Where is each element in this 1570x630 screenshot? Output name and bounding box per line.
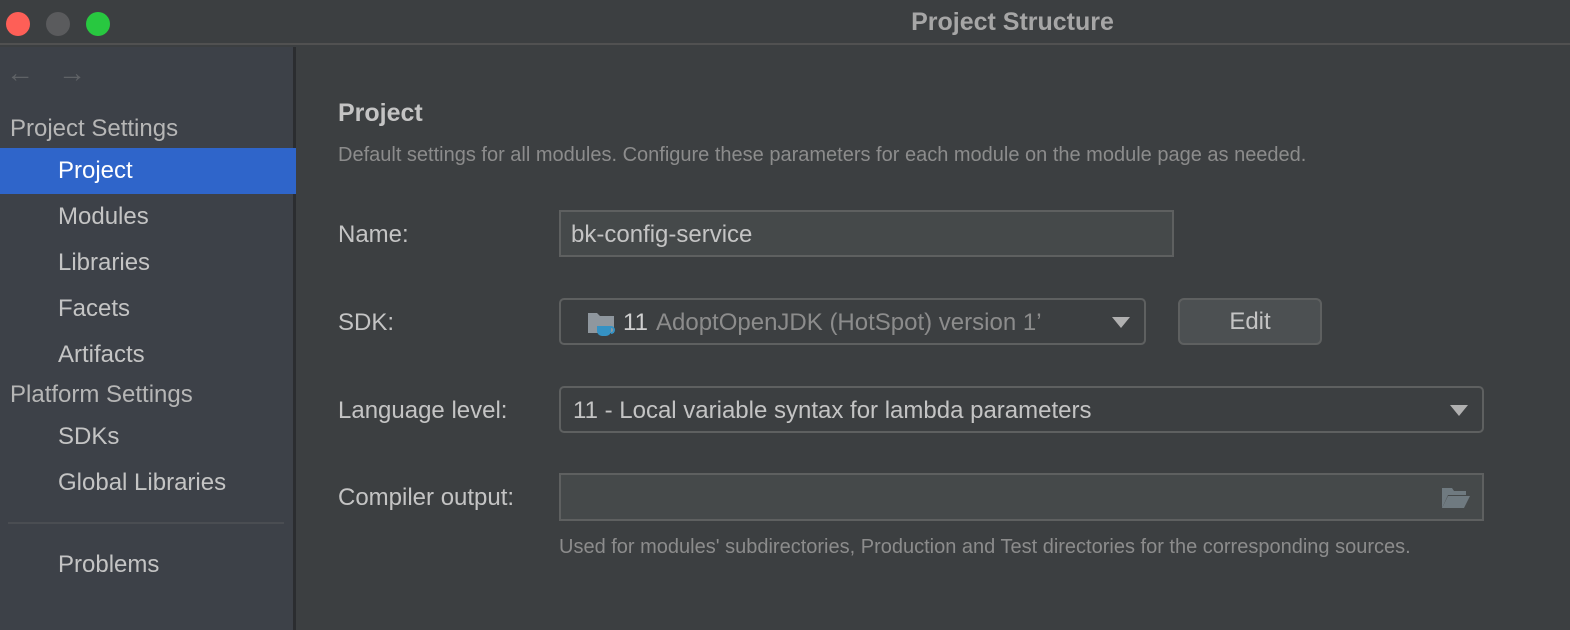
sidebar-item-sdks[interactable]: SDKs [0, 414, 296, 460]
sidebar: ← → Project Settings Project Modules Lib… [0, 47, 296, 630]
sidebar-item-libraries[interactable]: Libraries [0, 240, 296, 286]
sidebar-item-facets[interactable]: Facets [0, 286, 296, 332]
arrow-right-icon[interactable]: → [58, 57, 86, 89]
language-level-dropdown[interactable]: 11 - Local variable syntax for lambda pa… [559, 386, 1484, 433]
page-description: Default settings for all modules. Config… [338, 144, 1307, 166]
section-header-platform-settings: Platform Settings [10, 381, 193, 408]
sidebar-item-problems[interactable]: Problems [0, 542, 296, 588]
compiler-output-label: Compiler output: [338, 484, 515, 511]
language-level-value: 11 - Local variable syntax for lambda pa… [573, 397, 1092, 424]
folder-open-icon[interactable] [1440, 486, 1472, 510]
sdk-version-number: 11 [623, 309, 648, 336]
section-header-project-settings: Project Settings [10, 115, 179, 142]
title-bar: Project Structure [0, 0, 1570, 45]
window-title: Project Structure [911, 8, 1114, 36]
compiler-output-hint: Used for modules' subdirectories, Produc… [559, 536, 1411, 558]
sdk-value: AdoptOpenJDK (HotSpot) version 1’ [656, 309, 1042, 336]
arrow-left-icon[interactable]: ← [6, 57, 34, 89]
sdk-dropdown[interactable]: 11 AdoptOpenJDK (HotSpot) version 1’ [559, 298, 1146, 345]
sidebar-divider [8, 522, 284, 524]
sidebar-item-global-libraries[interactable]: Global Libraries [0, 460, 296, 506]
project-settings-panel: Project Default settings for all modules… [299, 47, 1570, 630]
sdk-label: SDK: [338, 309, 395, 336]
jdk-folder-icon [587, 310, 617, 338]
name-label: Name: [338, 221, 409, 248]
page-title: Project [338, 99, 423, 127]
sidebar-item-artifacts[interactable]: Artifacts [0, 332, 296, 378]
project-structure-window: Project Structure ← → Project Settings P… [0, 0, 1570, 630]
sdk-edit-button[interactable]: Edit [1178, 298, 1322, 345]
chevron-down-icon[interactable] [1450, 405, 1468, 416]
chevron-down-icon[interactable] [1112, 317, 1130, 328]
sidebar-item-project[interactable]: Project [0, 148, 296, 194]
project-name-input[interactable]: bk-config-service [559, 210, 1174, 257]
compiler-output-input[interactable] [559, 473, 1484, 521]
language-level-label: Language level: [338, 397, 508, 424]
sidebar-item-modules[interactable]: Modules [0, 194, 296, 240]
project-name-value: bk-config-service [571, 221, 753, 248]
